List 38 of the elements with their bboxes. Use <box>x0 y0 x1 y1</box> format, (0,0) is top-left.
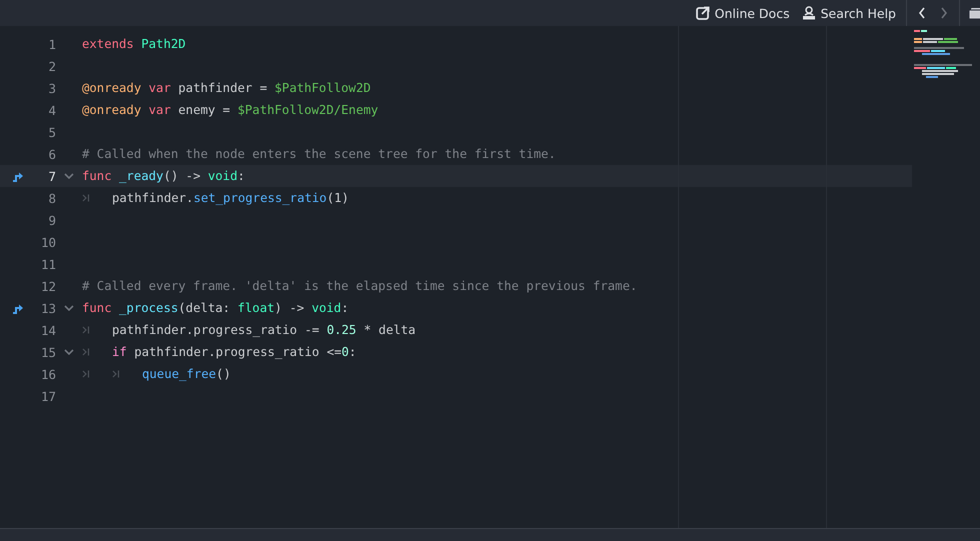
code-line: queue_free() <box>142 367 231 381</box>
code-line: extends Path2D <box>82 37 186 51</box>
code-line: func _ready() -> void: <box>82 169 245 183</box>
code-line: # Called every frame. 'delta' is the elapsed time since the previous frame. <box>82 279 638 293</box>
search-help-link[interactable]: Search Help <box>796 2 902 24</box>
code-line: # Called when the node enters the scene tree for the first time. <box>82 147 556 161</box>
line-number: 11 <box>40 256 56 272</box>
tab-marker-icon <box>82 348 90 356</box>
external-link-icon <box>696 6 710 20</box>
tab-marker-icon <box>82 326 90 334</box>
line-number: 17 <box>40 388 56 404</box>
online-docs-link[interactable]: Online Docs <box>690 2 796 24</box>
line-number: 9 <box>47 212 56 228</box>
line-number: 2 <box>47 58 56 74</box>
line-number: 8 <box>47 190 56 206</box>
line-number: 6 <box>47 146 56 162</box>
line-number: 7 <box>47 168 56 184</box>
line-number: 16 <box>40 366 56 382</box>
tab-marker-icon <box>112 370 120 378</box>
code-line: pathfinder.set_progress_ratio(1) <box>112 191 349 205</box>
windows-icon[interactable] <box>968 6 980 20</box>
line-number: 1 <box>47 36 56 52</box>
tab-marker-icon <box>82 370 90 378</box>
line-number: 4 <box>47 102 56 118</box>
doc-search-icon <box>802 6 816 20</box>
code-line: pathfinder.progress_ratio -= 0.25 * delta <box>112 323 416 337</box>
code-line: if pathfinder.progress_ratio <=0: <box>112 345 356 359</box>
code-line: @onready var pathfinder = $PathFollow2D <box>82 81 371 95</box>
code-line: @onready var enemy = $PathFollow2D/Enemy <box>82 103 378 117</box>
tab-marker-icon <box>82 194 90 202</box>
line-number: 3 <box>47 80 56 96</box>
line-number: 14 <box>40 322 56 338</box>
line-number: 13 <box>40 300 56 316</box>
code-line: func _process(delta: float) -> void: <box>82 301 349 315</box>
line-number: 12 <box>40 278 56 294</box>
line-number: 5 <box>47 124 56 140</box>
line-number: 10 <box>40 234 56 250</box>
line-number: 15 <box>40 344 56 360</box>
